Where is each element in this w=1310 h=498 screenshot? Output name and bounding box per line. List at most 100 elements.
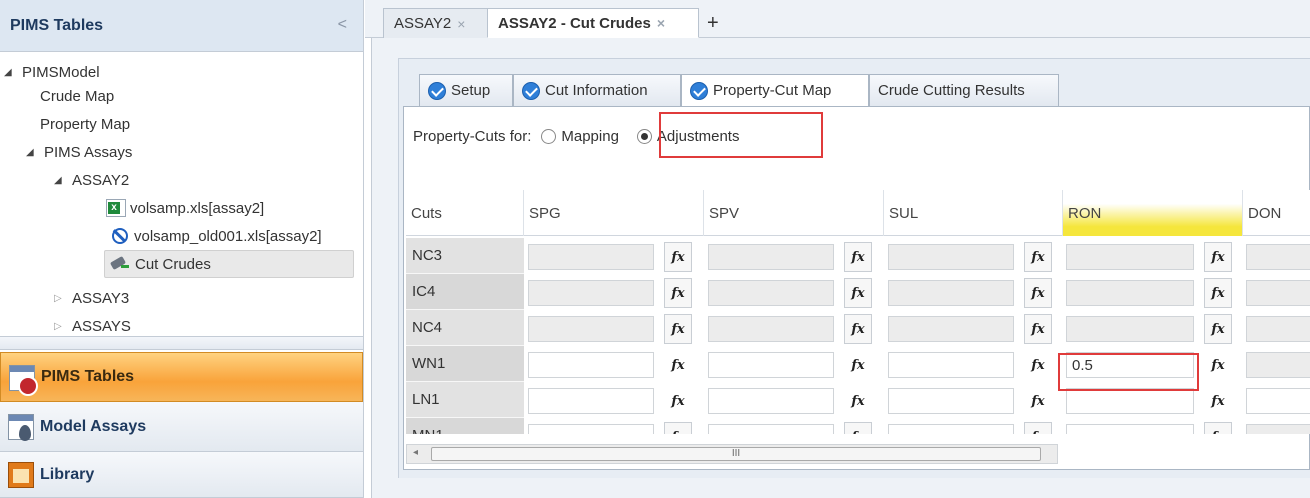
tree-node-label: Cut Crudes [135,255,211,273]
fx-button[interactable]: fx [664,314,692,344]
horizontal-scrollbar[interactable]: ◂ III [406,444,1058,464]
fx-button[interactable]: fx [1024,386,1052,416]
fx-button[interactable]: fx [664,242,692,272]
tree-node-crude-map[interactable]: Crude Map [40,82,114,110]
tab-setup[interactable]: Setup [419,74,513,106]
cell-ron[interactable] [1066,316,1194,342]
nav-pims-tables-button[interactable]: PIMS Tables [0,352,363,402]
fx-button[interactable]: fx [844,242,872,272]
column-header-spv[interactable]: SPV [704,190,884,236]
panel-splitter[interactable] [0,336,363,350]
tab-property-cut-map[interactable]: Property-Cut Map [681,74,869,106]
cell-sul[interactable] [888,244,1014,270]
expand-icon[interactable]: ▷ [54,321,72,332]
cell-don[interactable] [1246,424,1310,434]
cell-spg[interactable] [528,388,654,414]
tree-node-property-map[interactable]: Property Map [40,110,130,138]
cell-ron[interactable] [1066,424,1194,434]
scroll-thumb[interactable]: III [431,447,1041,461]
cell-sul[interactable] [888,424,1014,434]
close-icon[interactable]: × [657,15,665,31]
tree-node-cut-crudes[interactable]: Cut Crudes [104,250,354,278]
tab-cut-information[interactable]: Cut Information [513,74,681,106]
cell-ron[interactable] [1066,280,1194,306]
fx-button[interactable]: fx [1024,242,1052,272]
cell-sul[interactable] [888,388,1014,414]
fx-button[interactable]: fx [844,350,872,380]
nav-label: Library [40,465,95,483]
cell-spg[interactable] [528,244,654,270]
cell-don[interactable] [1246,244,1310,270]
expand-icon[interactable]: ▷ [54,293,72,304]
cell-sul[interactable] [888,316,1014,342]
radio-mapping[interactable] [541,128,557,144]
nav-model-assays-button[interactable]: Model Assays [0,402,363,452]
fx-button[interactable]: fx [844,386,872,416]
fx-button[interactable]: fx [1024,422,1052,434]
fx-button[interactable]: fx [1204,314,1232,344]
cell-spv[interactable] [708,424,834,434]
nav-library-button[interactable]: Library [0,452,363,498]
cell-spv[interactable] [708,244,834,270]
cell-don[interactable] [1246,316,1310,342]
panel-header: PIMS Tables < [0,0,363,52]
fx-button[interactable]: fx [1204,422,1232,434]
fx-button[interactable]: fx [664,278,692,308]
tab-label: Setup [451,82,491,99]
fx-button[interactable]: fx [1024,314,1052,344]
tab-crude-cutting-results[interactable]: Crude Cutting Results [869,74,1059,106]
expand-icon[interactable]: ◢ [26,147,44,158]
fx-button[interactable]: fx [844,278,872,308]
fx-button[interactable]: fx [1204,386,1232,416]
cell-ron[interactable] [1066,244,1194,270]
library-icon [8,462,34,488]
cell-sul[interactable] [888,352,1014,378]
fx-button[interactable]: fx [1204,350,1232,380]
column-header-spg[interactable]: SPG [524,190,704,236]
tree-node-label: PIMSModel [22,63,100,81]
cell-don[interactable] [1246,388,1310,414]
cell-spg[interactable] [528,280,654,306]
fx-button[interactable]: fx [664,386,692,416]
tree-node-label: volsamp_old001.xls[assay2] [134,227,322,245]
cell-spv[interactable] [708,316,834,342]
property-cut-grid: Cuts SPG SPV SUL RON DON NC3 fx fx fx fx… [406,190,1310,434]
doc-tab-assay2[interactable]: ASSAY2 × [383,8,497,38]
row-label: MN1 [406,418,524,434]
fx-button[interactable]: fx [664,350,692,380]
cell-spv[interactable] [708,352,834,378]
collapse-panel-icon[interactable]: < [338,16,347,34]
cell-sul[interactable] [888,280,1014,306]
tree-node-assay2[interactable]: ◢ ASSAY2 [54,166,129,194]
cell-ron[interactable] [1066,388,1194,414]
cell-don[interactable] [1246,352,1310,378]
fx-button[interactable]: fx [1204,242,1232,272]
fx-button[interactable]: fx [1024,278,1052,308]
tree-node-volsamp-old[interactable]: volsamp_old001.xls[assay2] [112,222,322,250]
cell-spv[interactable] [708,280,834,306]
tree-node-pims-assays[interactable]: ◢ PIMS Assays [26,138,132,166]
close-icon[interactable]: × [457,16,465,32]
cell-don[interactable] [1246,280,1310,306]
fx-button[interactable]: fx [844,422,872,434]
fx-button[interactable]: fx [1204,278,1232,308]
doc-tab-cut-crudes[interactable]: ASSAY2 - Cut Crudes × [487,8,699,38]
new-tab-button[interactable]: + [701,8,729,38]
cell-spv[interactable] [708,388,834,414]
cell-spg[interactable] [528,352,654,378]
column-header-sul[interactable]: SUL [884,190,1063,236]
cell-spg[interactable] [528,316,654,342]
fx-button[interactable]: fx [844,314,872,344]
tree-node-volsamp-xls[interactable]: volsamp.xls[assay2] [106,194,264,222]
scroll-left-icon[interactable]: ◂ [413,447,418,458]
expand-icon[interactable]: ◢ [4,67,22,78]
column-header-ron[interactable]: RON [1063,190,1243,236]
fx-button[interactable]: fx [664,422,692,434]
expand-icon[interactable]: ◢ [54,175,72,186]
radio-mapping-label[interactable]: Mapping [561,128,619,145]
fx-button[interactable]: fx [1024,350,1052,380]
cell-spg[interactable] [528,424,654,434]
radio-adjustments[interactable] [636,128,652,144]
column-header-don[interactable]: DON [1243,190,1310,236]
tree-node-assay3[interactable]: ▷ ASSAY3 [54,284,129,312]
